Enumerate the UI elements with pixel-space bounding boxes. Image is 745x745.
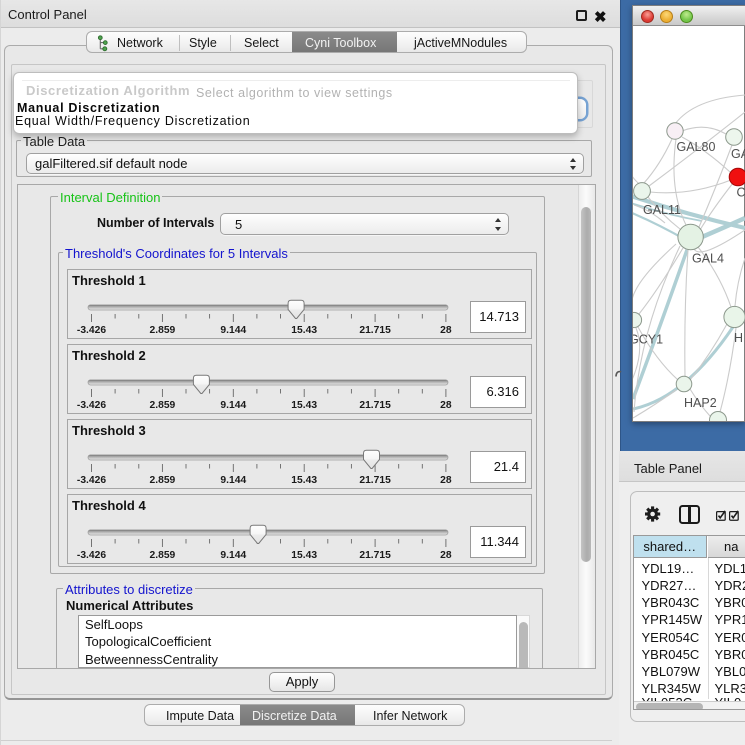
svg-text:9.144: 9.144 — [220, 475, 246, 486]
svg-text:GCY1: GCY1 — [633, 333, 663, 347]
svg-text:21.715: 21.715 — [359, 400, 391, 411]
svg-text:28: 28 — [440, 325, 452, 336]
svg-text:9.144: 9.144 — [220, 550, 246, 561]
svg-text:21.715: 21.715 — [359, 325, 391, 336]
svg-text:GAL11: GAL11 — [643, 203, 681, 217]
svg-text:9.144: 9.144 — [220, 325, 246, 336]
svg-text:15.43: 15.43 — [291, 325, 317, 336]
svg-text:GAL4: GAL4 — [692, 252, 724, 266]
svg-text:2.859: 2.859 — [150, 475, 176, 486]
svg-text:28: 28 — [440, 400, 452, 411]
svg-text:GA: GA — [731, 147, 745, 161]
svg-text:28: 28 — [440, 550, 452, 561]
svg-text:C: C — [737, 186, 745, 200]
svg-text:-3.426: -3.426 — [77, 400, 106, 411]
svg-text:15.43: 15.43 — [291, 400, 317, 411]
svg-text:2.859: 2.859 — [150, 550, 176, 561]
svg-text:15.43: 15.43 — [291, 550, 317, 561]
svg-text:2.859: 2.859 — [150, 325, 176, 336]
svg-text:15.43: 15.43 — [291, 475, 317, 486]
svg-text:HAP2: HAP2 — [684, 396, 717, 410]
svg-text:2.859: 2.859 — [150, 400, 176, 411]
svg-text:21.715: 21.715 — [359, 550, 391, 561]
svg-text:H: H — [734, 331, 743, 345]
svg-text:GAL80: GAL80 — [677, 140, 716, 154]
svg-text:9.144: 9.144 — [220, 400, 246, 411]
svg-text:28: 28 — [440, 475, 452, 486]
svg-text:-3.426: -3.426 — [77, 550, 106, 561]
svg-text:-3.426: -3.426 — [77, 475, 106, 486]
svg-text:-3.426: -3.426 — [77, 325, 106, 336]
svg-text:21.715: 21.715 — [359, 475, 391, 486]
